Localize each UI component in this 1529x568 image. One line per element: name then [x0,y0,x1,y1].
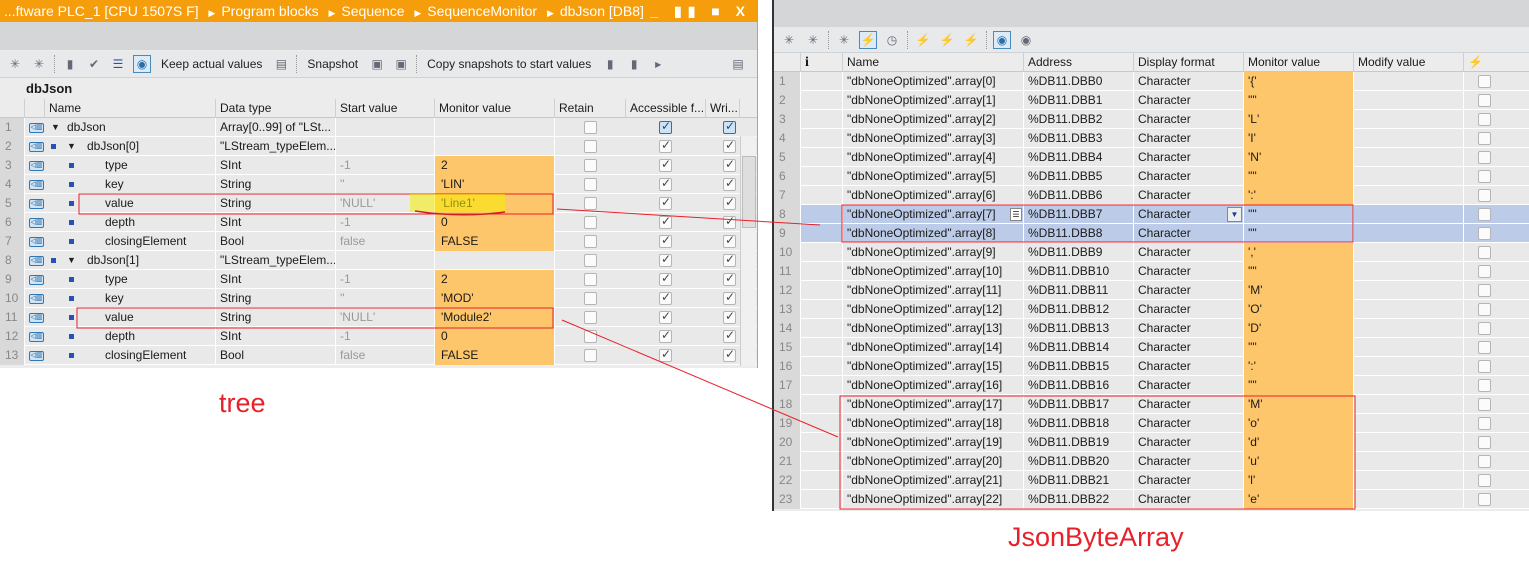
highlight-box-module [839,395,1356,510]
tree-label: tree [219,388,266,418]
annotation-overlay [76,193,1356,510]
json-byte-array-label: JsonByteArray [1008,522,1184,552]
connector-line-2 [561,319,839,438]
connector-line-1 [556,208,821,226]
highlight-box-quotes [841,204,1354,243]
yellow-highlight [410,194,505,212]
highlight-box-module2 [76,307,554,329]
